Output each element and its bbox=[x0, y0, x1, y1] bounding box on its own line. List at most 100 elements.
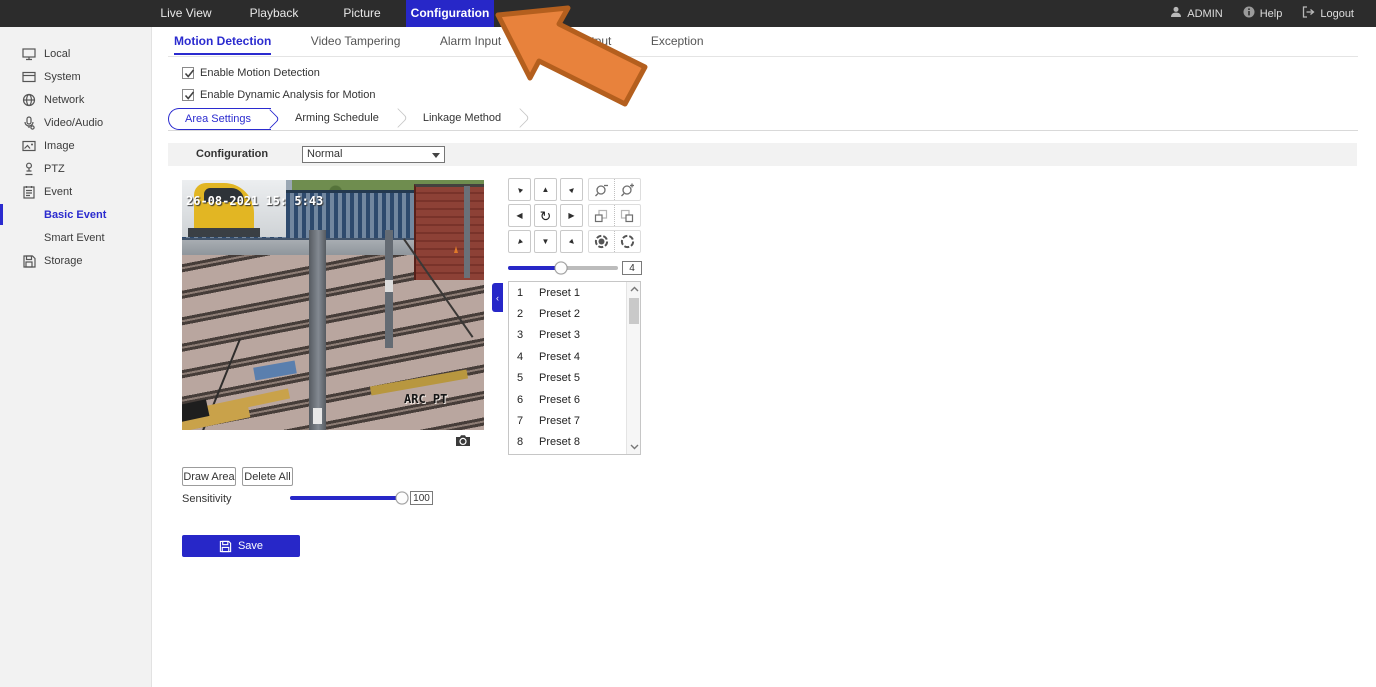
ptz-down-button[interactable]: ▼ bbox=[534, 230, 557, 253]
subtab-arming-schedule[interactable]: Arming Schedule bbox=[271, 108, 399, 130]
scene-pole-tag bbox=[385, 280, 393, 292]
scene-brick-building bbox=[414, 184, 484, 280]
tab-video-tampering[interactable]: Video Tampering bbox=[311, 34, 401, 48]
sidebar-item-video-audio[interactable]: Video/Audio bbox=[0, 111, 151, 134]
nav-playback[interactable]: Playback bbox=[230, 0, 318, 27]
ptz-up-right-button[interactable]: ▲ bbox=[560, 178, 583, 201]
configuration-row: Configuration Normal bbox=[168, 143, 1357, 166]
focus-near-icon bbox=[594, 209, 608, 223]
sidebar-item-smart-event[interactable]: Smart Event bbox=[0, 226, 151, 249]
delete-all-button[interactable]: Delete All bbox=[242, 467, 293, 486]
sensitivity-slider[interactable] bbox=[290, 496, 408, 500]
save-label: Save bbox=[238, 540, 263, 552]
preset-item-8[interactable]: 8Preset 8 bbox=[509, 432, 640, 453]
video-toolbar bbox=[182, 430, 484, 453]
nav-picture[interactable]: Picture bbox=[318, 0, 406, 27]
camera-config-page: { "nav": { "items": [ { "label": "Live V… bbox=[0, 0, 1376, 687]
collapse-panel-button[interactable]: ‹ bbox=[492, 283, 503, 312]
focus-near-button[interactable] bbox=[589, 205, 615, 226]
tab-alarm-input[interactable]: Alarm Input bbox=[440, 34, 501, 48]
enable-motion-checkbox[interactable] bbox=[182, 67, 194, 79]
preset-item-6[interactable]: 6Preset 6 bbox=[509, 389, 640, 410]
slider-thumb[interactable] bbox=[396, 492, 409, 505]
tab-alarm-output[interactable]: Alarm Output bbox=[541, 34, 612, 48]
ptz-speed-slider[interactable] bbox=[508, 266, 618, 270]
zoom-in-button[interactable] bbox=[615, 179, 641, 200]
ptz-left-button[interactable]: ◀ bbox=[508, 204, 531, 227]
focus-far-button[interactable] bbox=[615, 205, 641, 226]
slider-fill bbox=[290, 496, 402, 500]
preset-item-5[interactable]: 5Preset 5 bbox=[509, 368, 640, 389]
slider-fill bbox=[508, 266, 561, 270]
video-watermark: ARC PT bbox=[404, 392, 447, 406]
iris-close-icon bbox=[594, 234, 609, 249]
ptz-focus-group bbox=[588, 204, 641, 227]
ptz-up-left-button[interactable]: ▲ bbox=[508, 178, 531, 201]
configuration-select[interactable]: Normal bbox=[302, 146, 445, 163]
user-icon bbox=[1170, 6, 1182, 21]
sidebar-item-ptz[interactable]: PTZ bbox=[0, 157, 151, 180]
iris-close-button[interactable] bbox=[589, 231, 615, 252]
preset-scrollbar[interactable] bbox=[626, 282, 640, 454]
preset-item-3[interactable]: 3Preset 3 bbox=[509, 325, 640, 346]
sidebar-item-local[interactable]: Local bbox=[0, 42, 151, 65]
image-icon bbox=[22, 139, 36, 153]
enable-dynamic-checkbox[interactable] bbox=[182, 89, 194, 101]
arrow-up-icon: ▲ bbox=[542, 186, 550, 194]
sidebar-item-image[interactable]: Image bbox=[0, 134, 151, 157]
preset-item-4[interactable]: 4Preset 4 bbox=[509, 346, 640, 367]
sensitivity-value[interactable]: 100 bbox=[410, 491, 433, 505]
chevron-up-icon bbox=[630, 286, 639, 292]
auto-scan-icon: ↻ bbox=[540, 209, 552, 223]
monitor-icon bbox=[22, 47, 36, 61]
save-button[interactable]: Save bbox=[182, 535, 300, 557]
video-preview[interactable]: 26-08-2021 15: 5:43 ARC PT bbox=[182, 180, 484, 430]
nav-live-view[interactable]: Live View bbox=[142, 0, 230, 27]
preset-item-7[interactable]: 7Preset 7 bbox=[509, 410, 640, 431]
ptz-speed-value[interactable]: 4 bbox=[622, 261, 642, 275]
help-button[interactable]: Help bbox=[1243, 6, 1283, 21]
chevron-down-icon bbox=[432, 153, 440, 158]
ptz-down-right-button[interactable]: ▲ bbox=[560, 230, 583, 253]
scroll-down-button[interactable] bbox=[627, 440, 641, 454]
sidebar-item-storage[interactable]: Storage bbox=[0, 249, 151, 272]
sidebar-item-system[interactable]: System bbox=[0, 65, 151, 88]
enable-motion-row: Enable Motion Detection bbox=[182, 67, 320, 79]
preset-item-1[interactable]: 1Preset 1 bbox=[509, 282, 640, 303]
sidebar-item-network[interactable]: Network bbox=[0, 88, 151, 111]
arrow-down-icon: ▼ bbox=[542, 238, 550, 246]
iris-open-icon bbox=[620, 234, 635, 249]
ptz-auto-scan-button[interactable]: ↻ bbox=[534, 204, 557, 227]
iris-open-button[interactable] bbox=[615, 231, 641, 252]
ptz-right-button[interactable]: ▶ bbox=[560, 204, 583, 227]
storage-icon bbox=[22, 254, 36, 268]
snapshot-camera-icon[interactable] bbox=[455, 434, 471, 452]
zoom-out-icon bbox=[594, 182, 609, 197]
user-name: ADMIN bbox=[1187, 8, 1222, 20]
microphone-icon bbox=[22, 116, 36, 130]
slider-thumb[interactable] bbox=[554, 262, 567, 275]
logout-button[interactable]: Logout bbox=[1302, 6, 1354, 21]
tab-exception[interactable]: Exception bbox=[651, 34, 704, 48]
tab-motion-detection[interactable]: Motion Detection bbox=[174, 34, 271, 48]
sidebar-item-basic-event[interactable]: Basic Event bbox=[0, 203, 151, 226]
main-content: Motion Detection Video Tampering Alarm I… bbox=[152, 27, 1376, 687]
subtab-linkage-method[interactable]: Linkage Method bbox=[399, 108, 521, 130]
logout-label: Logout bbox=[1320, 8, 1354, 20]
enable-motion-label: Enable Motion Detection bbox=[200, 67, 320, 79]
arrow-up-left-icon: ▲ bbox=[514, 184, 525, 195]
logout-icon bbox=[1302, 6, 1315, 21]
draw-area-button[interactable]: Draw Area bbox=[182, 467, 236, 486]
scroll-up-button[interactable] bbox=[627, 282, 641, 296]
ptz-up-button[interactable]: ▲ bbox=[534, 178, 557, 201]
ptz-down-left-button[interactable]: ▲ bbox=[508, 230, 531, 253]
ptz-zoom-group bbox=[588, 178, 641, 201]
subtab-area-settings[interactable]: Area Settings bbox=[168, 108, 271, 130]
subtab-arrow bbox=[510, 108, 530, 128]
scrollbar-thumb[interactable] bbox=[629, 298, 639, 324]
nav-configuration[interactable]: Configuration bbox=[406, 0, 494, 27]
preset-item-2[interactable]: 2Preset 2 bbox=[509, 303, 640, 324]
sidebar-item-event[interactable]: Event bbox=[0, 180, 151, 203]
zoom-out-button[interactable] bbox=[589, 179, 615, 200]
user-menu[interactable]: ADMIN bbox=[1170, 6, 1222, 21]
